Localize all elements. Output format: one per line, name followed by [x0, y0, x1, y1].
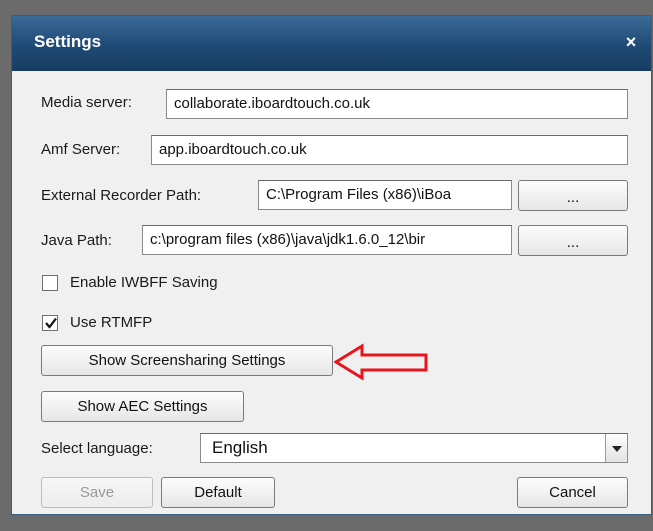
media-server-input[interactable]: collaborate.iboardtouch.co.uk [166, 89, 628, 119]
title-bar[interactable]: Settings × [12, 16, 651, 71]
java-path-label: Java Path: [41, 232, 112, 249]
show-screensharing-settings-button[interactable]: Show Screensharing Settings [41, 345, 333, 376]
external-recorder-browse-button[interactable]: ... [518, 180, 628, 211]
dialog-title: Settings [34, 32, 102, 51]
save-button[interactable]: Save [41, 477, 153, 508]
chevron-down-icon [612, 446, 622, 452]
java-path-input[interactable]: c:\program files (x86)\java\jdk1.6.0_12\… [142, 225, 512, 255]
default-button[interactable]: Default [161, 477, 275, 508]
close-icon[interactable]: × [621, 32, 641, 52]
media-server-label: Media server: [41, 94, 132, 111]
cancel-button[interactable]: Cancel [517, 477, 628, 508]
external-recorder-path-input[interactable]: C:\Program Files (x86)\iBoa [258, 180, 512, 210]
enable-iwbff-label: Enable IWBFF Saving [70, 274, 218, 291]
use-rtmfp-label: Use RTMFP [70, 314, 153, 331]
external-recorder-path-label: External Recorder Path: [41, 187, 202, 204]
language-dropdown-button[interactable] [605, 434, 627, 462]
checkmark-icon [45, 317, 57, 329]
amf-server-label: Amf Server: [41, 141, 121, 158]
amf-server-input[interactable]: app.iboardtouch.co.uk [151, 135, 628, 165]
enable-iwbff-checkbox[interactable] [42, 275, 58, 291]
show-aec-settings-button[interactable]: Show AEC Settings [41, 391, 244, 422]
select-language-label: Select language: [41, 440, 153, 457]
language-selected-value: English [212, 438, 268, 457]
use-rtmfp-checkbox[interactable] [42, 315, 58, 331]
java-path-browse-button[interactable]: ... [518, 225, 628, 256]
arrow-left-icon [334, 343, 428, 381]
language-select[interactable]: English [200, 433, 628, 463]
